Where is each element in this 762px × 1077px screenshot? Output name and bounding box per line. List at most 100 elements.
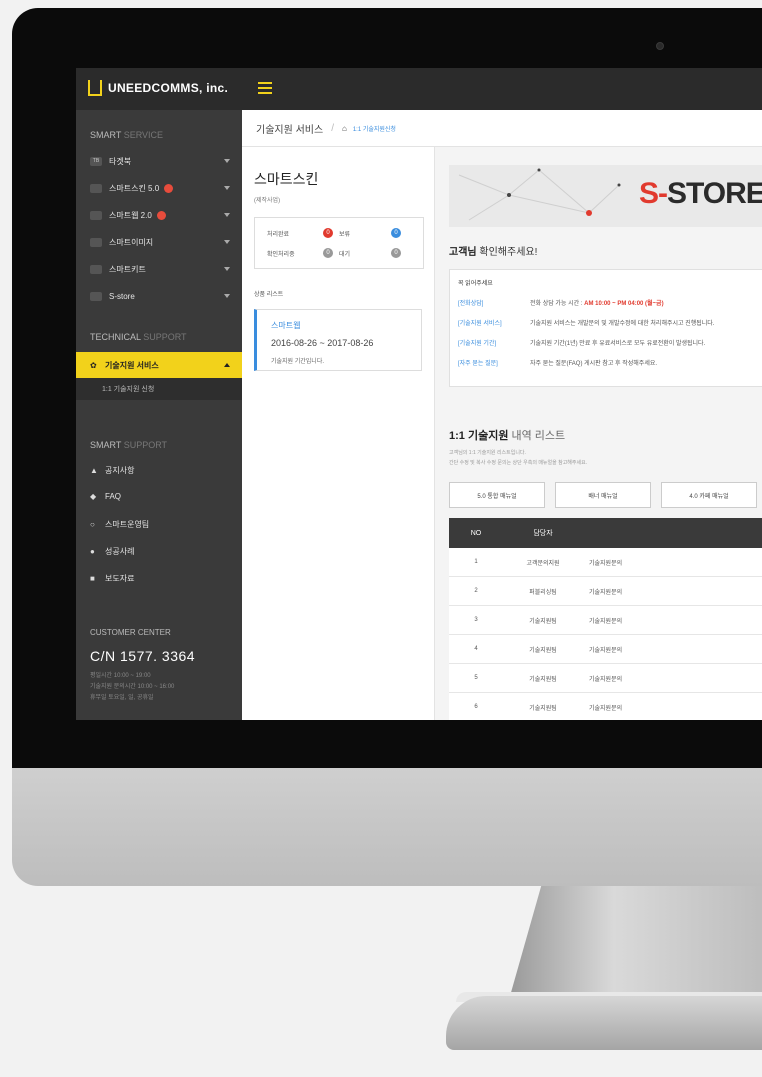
- new-badge: [156, 210, 166, 220]
- sidebar-item-smart-team[interactable]: ○ 스마트운영팀: [90, 519, 149, 530]
- notice-box-title: 꼭 읽어주세요: [458, 281, 493, 287]
- sidebar-item-notice[interactable]: ▲ 공지사항: [90, 465, 134, 476]
- logo-text: UNEEDCOMMS, inc.: [108, 81, 229, 95]
- smartskin-icon: [90, 183, 102, 193]
- notice-row: [전화상담] 전화 상담 가능 시간 : AM 10:00 ~ PM 04:00…: [458, 301, 664, 307]
- sidebar-item-smartimage[interactable]: 스마트이미지: [76, 231, 242, 253]
- manual-50-button[interactable]: 5.0 통합 매뉴얼: [449, 482, 545, 508]
- customer-center-phone: C/N 1577. 3364: [90, 648, 196, 664]
- cc-hours-line: 기술지원 문의시간 10:00 ~ 16:00: [90, 684, 175, 690]
- camera-icon: [656, 42, 664, 50]
- sstore-banner: S-STORE: [449, 165, 762, 227]
- newspaper-icon: ■: [90, 574, 95, 583]
- table-row[interactable]: 1 고객문의지원 기술지원문의: [449, 548, 762, 577]
- product-card[interactable]: 스마트웹 2016-08-26 ~ 2017-08-26 기술지원 기간입니다.: [254, 309, 422, 371]
- sidebar-item-targetbook[interactable]: TB 타겟북: [76, 150, 242, 172]
- table-row[interactable]: 3 기술지원팀 기술지원문의: [449, 606, 762, 635]
- product-dates: 2016-08-26 ~ 2017-08-26: [271, 338, 374, 348]
- smart-support-title: SMART SUPPORT: [90, 440, 168, 450]
- table-header: NO 담당자: [449, 518, 762, 548]
- status-count-badge: 0: [391, 248, 401, 258]
- new-badge: [164, 183, 174, 193]
- status-row: 처리완료 0 보류 0: [267, 228, 407, 238]
- smart-service-title: SMART SERVICE: [90, 130, 164, 140]
- top-bar: UNEEDCOMMS, inc.: [76, 68, 762, 110]
- product-panel: 스마트스킨 (제작사업) 처리완료 0 보류 0 확인처리중 0 대기 0 상품…: [242, 147, 435, 720]
- screen: UNEEDCOMMS, inc. SMART SERVICE TB 타겟북 스마…: [76, 68, 762, 720]
- sidebar-item-faq[interactable]: ◆ FAQ: [90, 492, 121, 501]
- targetbook-icon: TB: [90, 156, 102, 166]
- support-table: NO 담당자 1 고객문의지원 기술지원문의 2 퍼블리싱팀 기술지원문의 3 기술지원팀…: [449, 518, 762, 720]
- banner-title: S-STORE: [639, 177, 762, 210]
- chevron-up-icon: [224, 363, 230, 367]
- home-icon[interactable]: ⌂: [342, 124, 347, 133]
- support-list-title: 1:1 기술지원 내역 리스트: [449, 430, 566, 442]
- user-icon: ▲: [90, 466, 98, 475]
- sidebar-item-press[interactable]: ■ 보도자료: [90, 573, 134, 584]
- technical-support-title: TECHNICAL SUPPORT: [90, 332, 187, 342]
- status-row: 확인처리중 0 대기 0: [267, 248, 407, 258]
- chevron-down-icon: [224, 186, 230, 190]
- chevron-down-icon: [224, 159, 230, 163]
- notice-row: [기술지원 서비스] 기술지원 서비스는 개발문의 및 개발수정에 대한 처리해…: [458, 321, 715, 327]
- sidebar-item-success-cases[interactable]: ● 성공사례: [90, 546, 134, 557]
- product-panel-title: 스마트스킨: [254, 171, 319, 187]
- smartweb-icon: [90, 210, 102, 220]
- location-pin-icon: ○: [90, 520, 95, 529]
- sidebar-item-tech-support-active[interactable]: ✿ 기술지원 서비스: [76, 352, 242, 378]
- brand-logo[interactable]: UNEEDCOMMS, inc.: [88, 80, 228, 96]
- page-title: 기술지원 서비스: [256, 124, 324, 136]
- cafe-40-manual-button[interactable]: 4.0 카페 매뉴얼: [661, 482, 757, 508]
- sidebar-item-smartweb[interactable]: 스마트웹 2.0: [76, 204, 242, 226]
- table-row[interactable]: 6 기술지원팀 기술지원문의: [449, 693, 762, 720]
- cc-hours-line: 평일시간 10:00 ~ 19:00: [90, 673, 151, 679]
- sidebar: SMART SERVICE TB 타겟북 스마트스킨 5.0 스마트웹 2.0 …: [76, 110, 242, 720]
- manual-button-row: 5.0 통합 매뉴얼 배너 매뉴얼 4.0 카페 매뉴얼: [449, 482, 762, 508]
- banner-manual-button[interactable]: 배너 매뉴얼: [555, 482, 651, 508]
- product-name: 스마트웹: [271, 321, 301, 330]
- gear-icon: ✿: [90, 360, 97, 370]
- chevron-down-icon: [224, 267, 230, 271]
- notice-heading: 고객님 확인해주세요!: [449, 247, 538, 258]
- sidebar-item-sstore[interactable]: S-store: [76, 285, 242, 307]
- status-count-badge: 0: [391, 228, 401, 238]
- monitor-stand-neck: [510, 886, 762, 996]
- medal-icon: ●: [90, 547, 95, 556]
- table-row[interactable]: 5 기술지원팀 기술지원문의: [449, 664, 762, 693]
- main-content: S-STORE 고객님 확인해주세요! 꼭 읽어주세요 [전화상담] 전화 상담…: [435, 147, 762, 720]
- sidebar-subitem-1on1[interactable]: 1:1 기술지원 신청: [76, 378, 242, 400]
- cc-hours-line: 휴무일 토요일, 일, 공휴일: [90, 695, 154, 701]
- status-count-badge: 0: [323, 248, 333, 258]
- chevron-down-icon: [224, 240, 230, 244]
- chevron-down-icon: [224, 294, 230, 298]
- monitor-chin: [12, 768, 762, 886]
- status-summary: 처리완료 0 보류 0 확인처리중 0 대기 0: [254, 217, 424, 269]
- notice-row: [기술지원 기간] 기술지원 기간(1년) 만료 후 유료서비스로 모두 유료전…: [458, 341, 706, 347]
- breadcrumb: 기술지원 서비스 / ⌂ 1:1 기술지원신청: [242, 110, 762, 147]
- notice-box: 꼭 읽어주세요 [전화상담] 전화 상담 가능 시간 : AM 10:00 ~ …: [449, 269, 762, 387]
- column-manager: 담당자: [533, 530, 553, 537]
- sidebar-item-smartkit[interactable]: 스마트키트: [76, 258, 242, 280]
- smartimage-icon: [90, 237, 102, 247]
- table-row[interactable]: 2 퍼블리싱팀 기술지원문의: [449, 577, 762, 606]
- smartkit-icon: [90, 264, 102, 274]
- hamburger-menu-icon[interactable]: [258, 82, 272, 94]
- customer-center-title: CUSTOMER CENTER: [90, 628, 171, 637]
- chat-icon: ◆: [90, 492, 97, 501]
- table-row[interactable]: 4 기술지원팀 기술지원문의: [449, 635, 762, 664]
- status-count-badge: 0: [323, 228, 333, 238]
- product-panel-subtitle: (제작사업): [254, 198, 281, 204]
- logo-mark-icon: [88, 80, 102, 96]
- support-list-desc: 고객님의 1:1 기술지원 리스트입니다.: [449, 450, 526, 456]
- chevron-down-icon: [224, 213, 230, 217]
- column-no: NO: [470, 529, 482, 537]
- breadcrumb-separator: /: [331, 122, 334, 134]
- product-list-title: 상품 리스트: [254, 292, 284, 298]
- notice-row: [자주 묻는 질문] 자주 묻는 질문(FAQ) 게시판 참고 후 작성해주세요…: [458, 361, 658, 367]
- monitor-stand-base: [446, 996, 762, 1050]
- breadcrumb-link[interactable]: 1:1 기술지원신청: [353, 124, 396, 133]
- support-list-desc: 간단 수정 및 복사 수정 문의는 상단 우측의 매뉴얼을 참고해주세요.: [449, 460, 588, 466]
- product-note: 기술지원 기간입니다.: [271, 359, 325, 365]
- sstore-icon: [90, 291, 102, 301]
- sidebar-item-smartskin[interactable]: 스마트스킨 5.0: [76, 177, 242, 199]
